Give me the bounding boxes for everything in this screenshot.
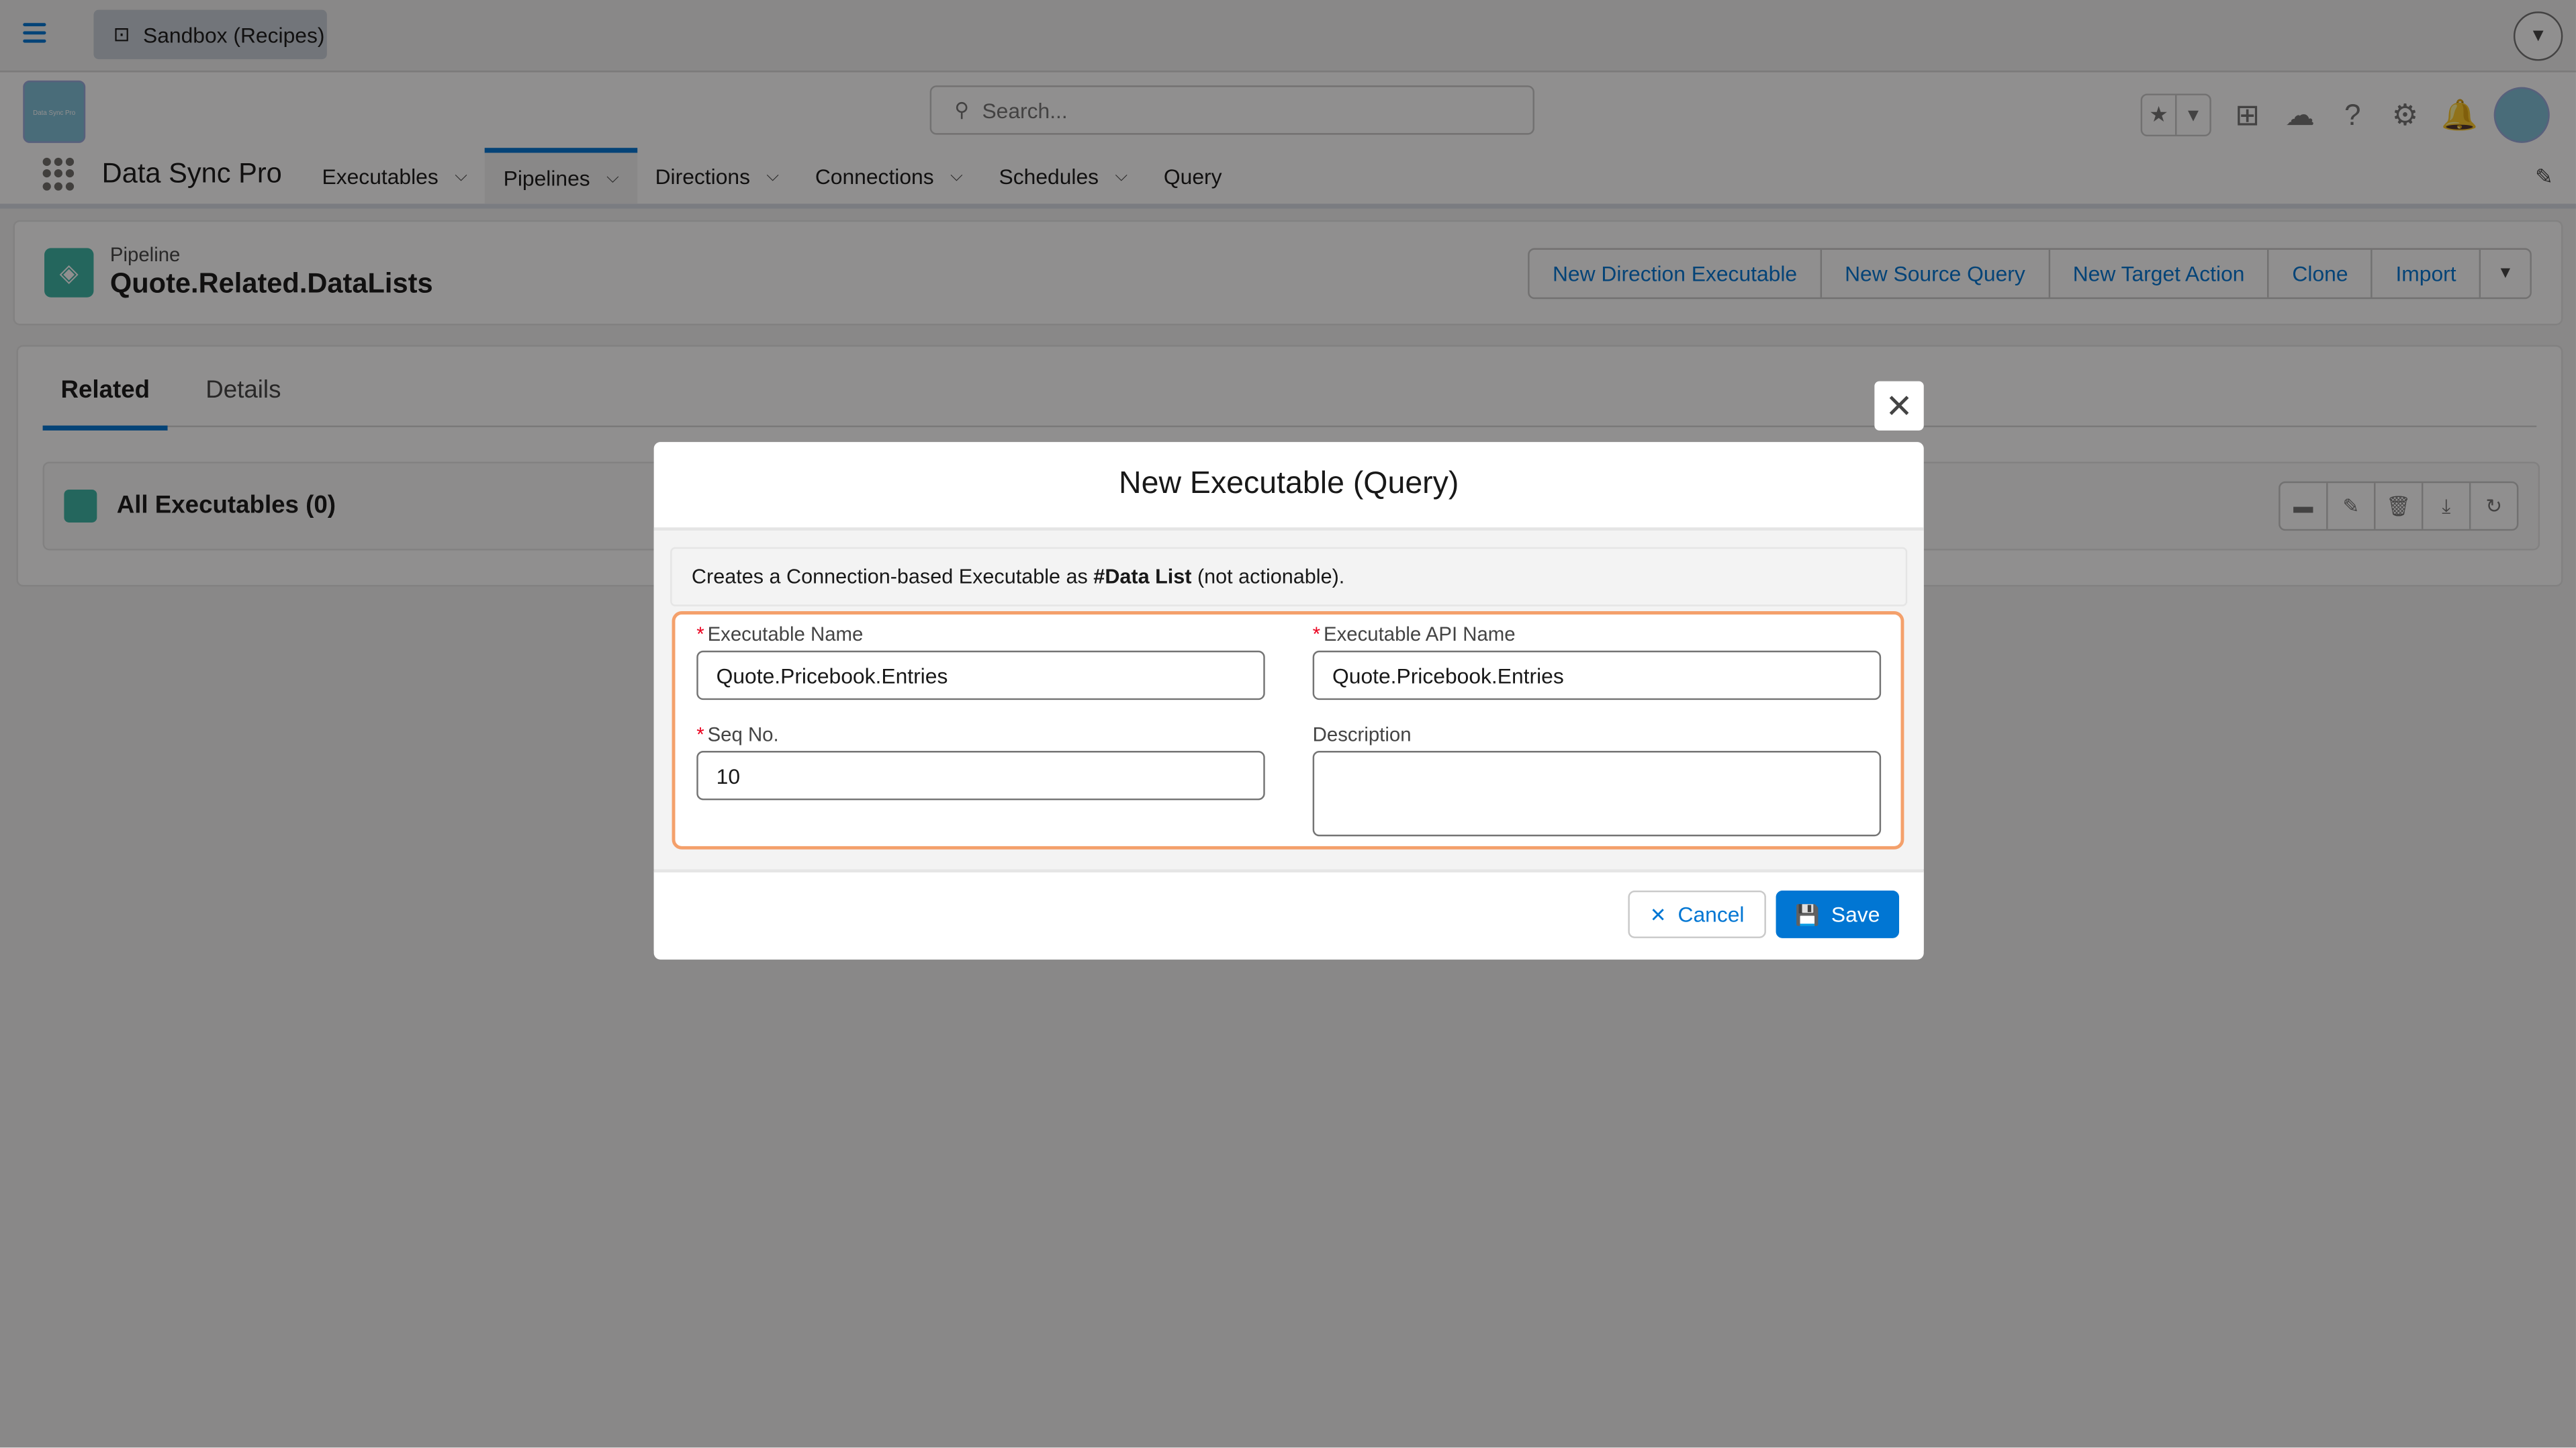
app-root: ⊡ Sandbox (Recipes) ▼ Data Sync Pro ⚲ Se… (0, 0, 2576, 1448)
description-textarea[interactable] (1312, 751, 1882, 837)
executable-name-input[interactable] (696, 650, 1265, 700)
info-suffix: (not actionable). (1191, 565, 1345, 588)
cancel-label: Cancel (1677, 902, 1745, 927)
save-icon: 💾 (1795, 903, 1820, 926)
modal-footer: ✕ Cancel 💾 Save (653, 869, 1924, 960)
modal-body: Creates a Connection-based Executable as… (653, 531, 1924, 870)
modal-title: New Executable (Query) (653, 442, 1924, 531)
field-label: * Seq No. (696, 723, 779, 746)
close-icon: ✕ (1649, 903, 1667, 926)
field-label: Description (1312, 723, 1412, 746)
seq-no-input[interactable] (696, 751, 1265, 801)
description-field: Description (1312, 723, 1882, 837)
api-name-field: * Executable API Name (1312, 623, 1882, 700)
cancel-button[interactable]: ✕ Cancel (1628, 890, 1766, 938)
info-bold: #Data List (1093, 565, 1192, 588)
api-name-input[interactable] (1312, 650, 1882, 700)
info-prefix: Creates a Connection-based Executable as (691, 565, 1094, 588)
seq-field: * Seq No. (696, 723, 1265, 801)
exec-name-field: * Executable Name (696, 623, 1265, 700)
new-executable-modal: New Executable (Query) Creates a Connect… (653, 442, 1924, 960)
close-icon[interactable]: ✕ (1874, 381, 1924, 431)
save-label: Save (1831, 902, 1880, 927)
field-label: * Executable API Name (1312, 623, 1516, 646)
save-button[interactable]: 💾 Save (1776, 890, 1900, 938)
form-section: *Executable Name *Executable API Name *S… (672, 611, 1904, 850)
info-message: Creates a Connection-based Executable as… (670, 547, 1908, 606)
field-label: * Executable Name (696, 623, 864, 646)
